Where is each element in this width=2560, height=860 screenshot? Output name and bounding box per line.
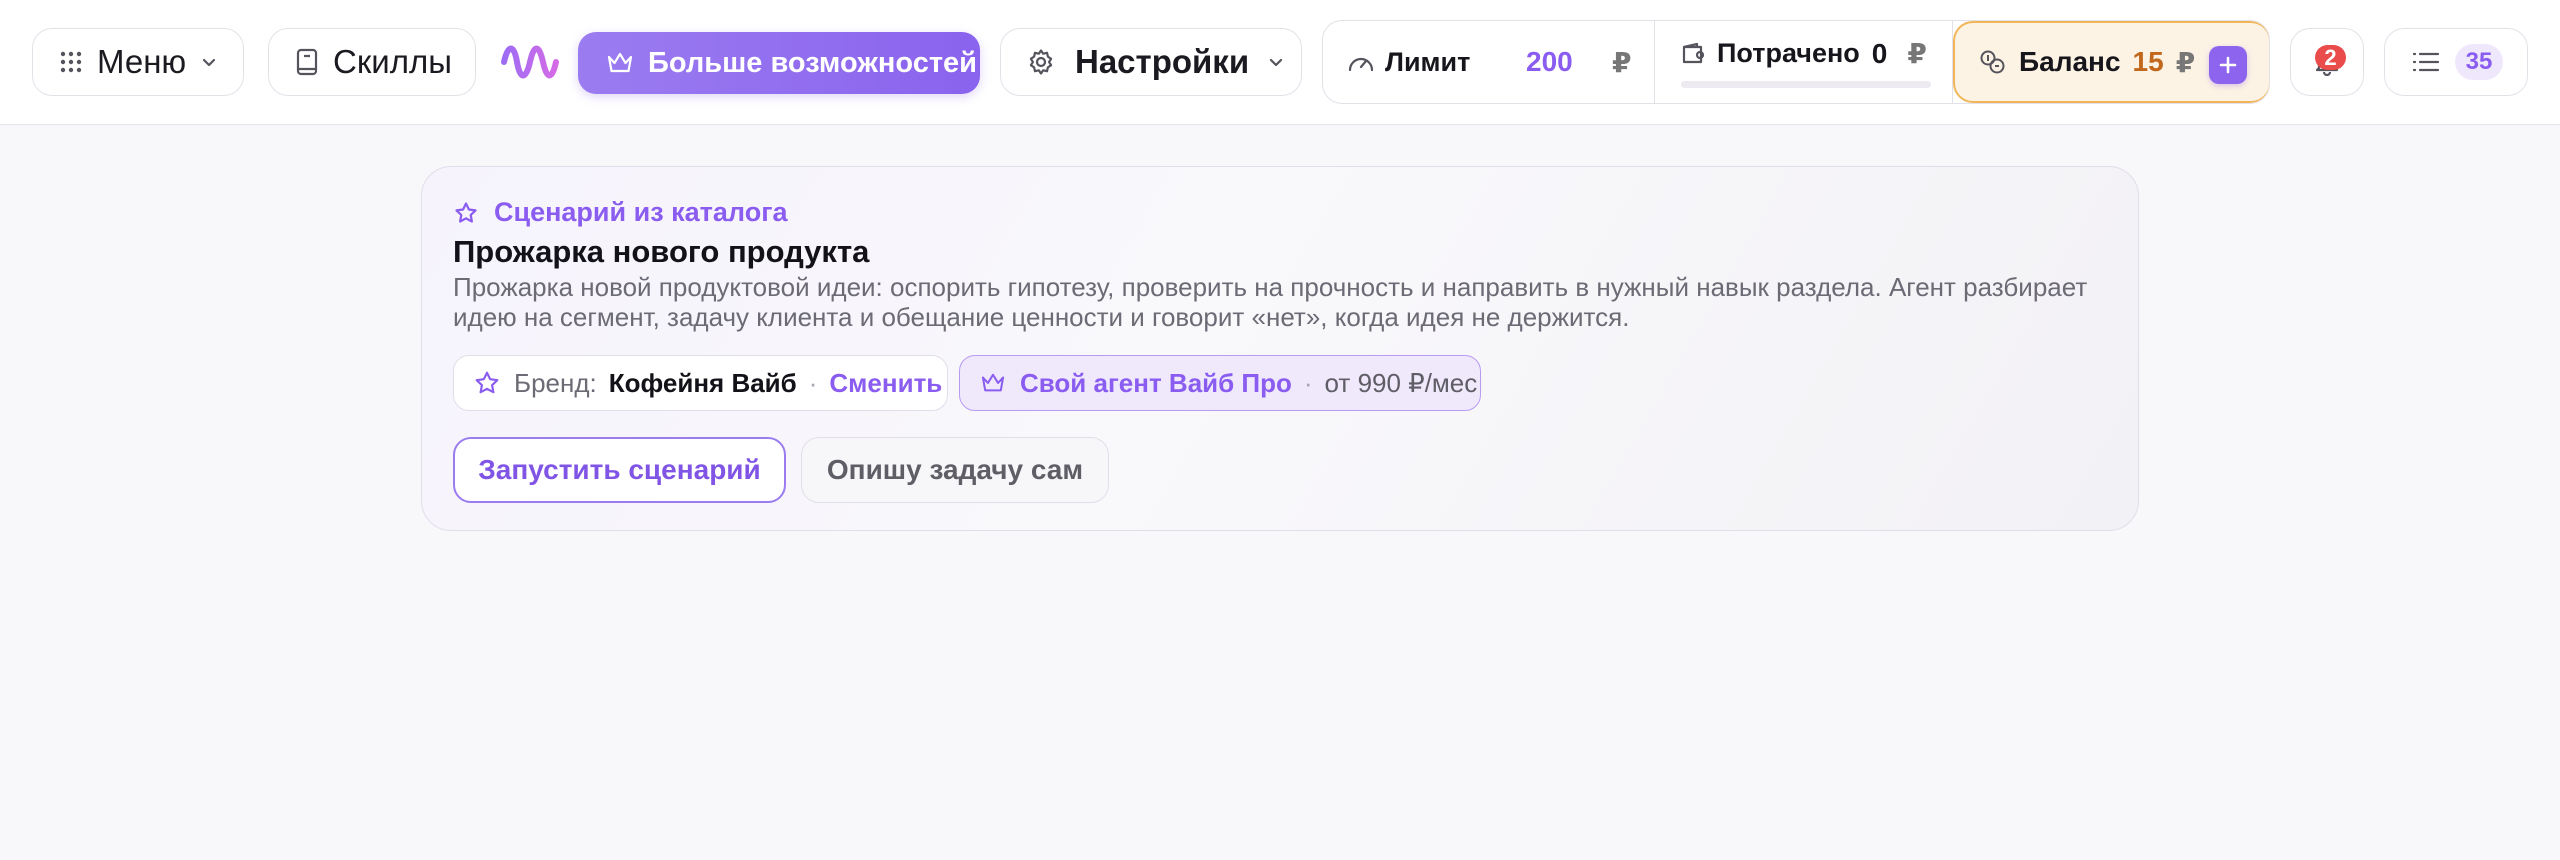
settings-button[interactable]: Настройки xyxy=(1000,28,1302,96)
star-icon xyxy=(454,201,478,225)
notifications-button[interactable]: 2 xyxy=(2290,28,2364,96)
tasks-count-badge: 35 xyxy=(2455,44,2503,80)
pro-agent-chip[interactable]: Свой агент Вайб Про · от 990 ₽/мес xyxy=(959,355,1481,411)
balance-value: 15 xyxy=(2132,46,2164,77)
chevron-down-icon xyxy=(1267,53,1285,71)
brand-chip: Бренд: Кофейня Вайб · Сменить xyxy=(453,355,948,411)
top-up-button[interactable] xyxy=(2209,46,2247,84)
change-brand-link[interactable]: Сменить xyxy=(829,368,942,399)
balance-label: Баланс xyxy=(2019,46,2121,77)
top-bar: Меню Скиллы Больше возможностей Настройк… xyxy=(0,0,2560,125)
scenario-description: Прожарка новой продуктовой идеи: оспорит… xyxy=(453,272,2088,332)
spent-progress-bar xyxy=(1681,81,1931,88)
brand-name: Кофейня Вайб xyxy=(608,367,797,398)
pro-agent-price: от 990 ₽/мес xyxy=(1324,367,1478,398)
skills-button[interactable]: Скиллы xyxy=(268,28,476,96)
more-features-button[interactable]: Больше возможностей xyxy=(578,32,980,94)
speedometer-icon xyxy=(1347,50,1375,74)
scenario-kicker-label: Сценарий из каталога xyxy=(494,197,788,227)
crown-icon xyxy=(980,372,1006,394)
wallet-icon xyxy=(1681,42,1707,66)
crown-icon xyxy=(606,51,634,75)
book-icon xyxy=(295,48,319,76)
run-scenario-button[interactable]: Запустить сценарий xyxy=(453,437,786,503)
chevron-down-icon xyxy=(200,53,218,71)
separator-dot: · xyxy=(1303,367,1313,398)
menu-button[interactable]: Меню xyxy=(32,28,244,96)
notifications-badge: 2 xyxy=(2315,45,2346,70)
tasks-button[interactable]: 35 xyxy=(2384,28,2528,96)
skills-label: Скиллы xyxy=(333,43,452,80)
limit-currency: ₽ xyxy=(1612,46,1632,78)
limit-value: 200 xyxy=(1526,46,1573,77)
star-icon xyxy=(474,370,500,396)
settings-label: Настройки xyxy=(1075,43,1250,80)
limit-label: Лимит xyxy=(1385,46,1471,77)
balance-currency: ₽ xyxy=(2175,46,2196,78)
wave-logo[interactable] xyxy=(500,40,560,84)
brand-label: Бренд: xyxy=(514,367,597,398)
grid-dots-icon xyxy=(59,50,83,74)
menu-label: Меню xyxy=(97,43,187,80)
usage-stats: Лимит 200 ₽ Потрачено 0 ₽ Баланс 15 ₽ xyxy=(1322,20,2270,104)
plus-icon xyxy=(2218,55,2238,75)
gear-icon xyxy=(1027,48,1055,76)
more-features-label: Больше возможностей xyxy=(648,46,978,79)
spent-label: Потрачено xyxy=(1717,38,1860,68)
balance-stat[interactable]: Баланс 15 ₽ xyxy=(1953,21,2269,103)
separator-dot: · xyxy=(808,367,818,398)
scenario-card: Сценарий из каталога Прожарка нового про… xyxy=(421,166,2139,531)
coins-icon xyxy=(1979,48,2007,76)
pro-agent-label: Свой агент Вайб Про xyxy=(1020,367,1292,398)
spent-value: 0 xyxy=(1871,37,1888,69)
spent-currency: ₽ xyxy=(1907,38,1927,69)
limit-stat[interactable]: Лимит 200 ₽ xyxy=(1323,21,1655,103)
scenario-title: Прожарка нового продукта xyxy=(453,234,870,269)
spent-stat[interactable]: Потрачено 0 ₽ xyxy=(1655,21,1953,103)
scenario-kicker: Сценарий из каталога xyxy=(454,197,787,228)
list-icon xyxy=(2411,50,2441,74)
describe-task-button[interactable]: Опишу задачу сам xyxy=(801,437,1109,503)
